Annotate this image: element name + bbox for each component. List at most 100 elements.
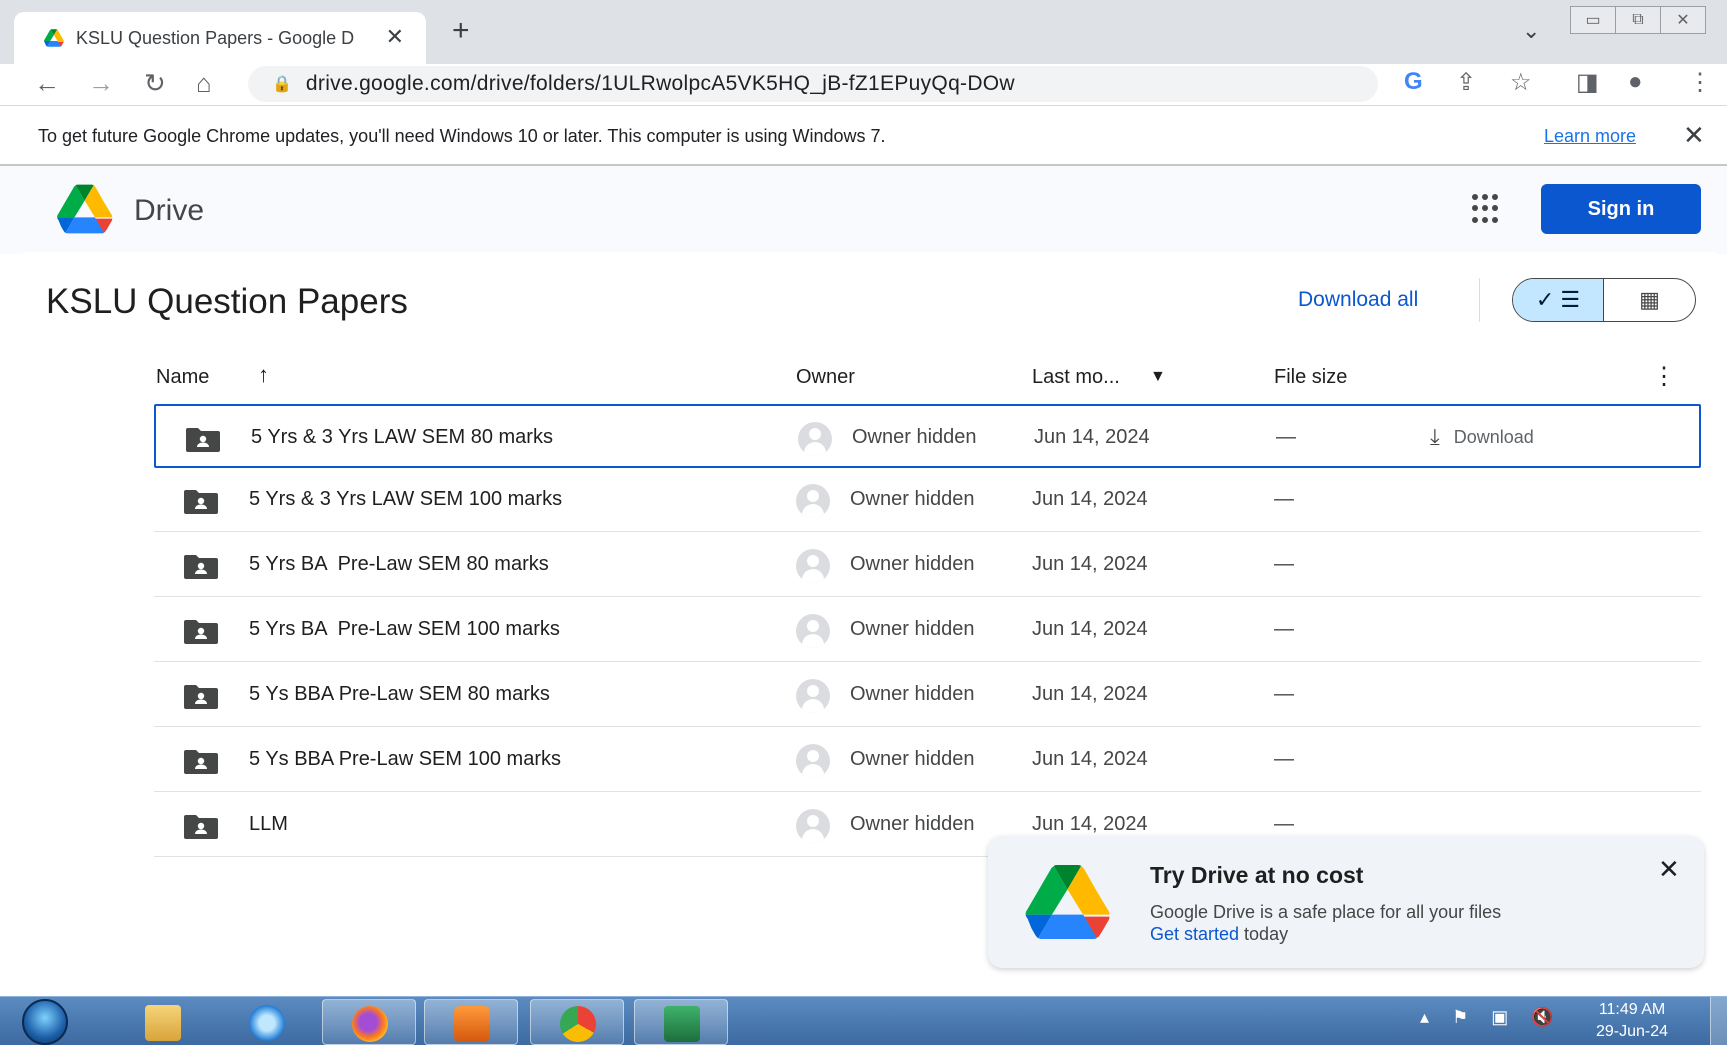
file-size: — — [1274, 488, 1294, 510]
file-name[interactable]: 5 Yrs & 3 Yrs LAW SEM 100 marks — [249, 488, 562, 511]
file-size: — — [1274, 748, 1294, 770]
google-apps-icon[interactable] — [1472, 194, 1502, 224]
infobar-close-icon[interactable]: ✕ — [1683, 120, 1705, 151]
file-name[interactable]: LLM — [249, 813, 288, 836]
window-controls: ▭ ⧉ ✕ — [1570, 6, 1706, 34]
sort-arrow-up-icon[interactable]: ↑ — [258, 362, 269, 388]
last-modified: Jun 14, 2024 — [1032, 813, 1148, 835]
drive-header: Drive Sign in — [0, 166, 1727, 254]
excel-taskbar-button[interactable] — [634, 999, 728, 1045]
table-header: Name ↑ Owner Last mo... ▼ File size ⋮ — [142, 362, 1702, 402]
sign-in-button[interactable]: Sign in — [1541, 184, 1701, 234]
tab-title: KSLU Question Papers - Google D — [76, 27, 355, 48]
owner-avatar-icon — [796, 744, 830, 778]
drive-logo-icon — [1025, 864, 1110, 940]
file-name[interactable]: 5 Ys BBA Pre-Law SEM 80 marks — [249, 683, 550, 706]
list-view-button[interactable]: ✓ ☰ — [1513, 279, 1604, 321]
start-button-icon[interactable] — [22, 999, 68, 1045]
file-size: — — [1276, 426, 1296, 448]
browser-toolbar: ← → ↻ ⌂ 🔒 drive.google.com/drive/folders… — [0, 64, 1727, 106]
network-icon[interactable]: ▣ — [1491, 1007, 1508, 1027]
firefox-taskbar-button[interactable] — [322, 999, 416, 1045]
reload-icon[interactable]: ↻ — [144, 68, 166, 99]
explorer-taskbar-button[interactable] — [116, 999, 210, 1045]
show-desktop-button[interactable] — [1710, 997, 1727, 1046]
file-name[interactable]: 5 Yrs & 3 Yrs LAW SEM 80 marks — [251, 426, 553, 449]
tab-search-chevron-icon[interactable]: ⌄ — [1522, 18, 1540, 44]
google-lens-icon[interactable]: G — [1404, 68, 1423, 96]
chrome-taskbar-button[interactable] — [530, 999, 624, 1045]
profile-icon[interactable]: ● — [1628, 68, 1643, 96]
drive-app-name[interactable]: Drive — [134, 194, 204, 228]
back-arrow-icon[interactable]: ← — [34, 68, 60, 99]
owner: Owner hidden — [850, 618, 975, 640]
owner: Owner hidden — [850, 748, 975, 770]
system-clock[interactable]: 11:49 AM 29-Jun-24 — [1596, 999, 1668, 1043]
column-name[interactable]: Name — [156, 366, 209, 389]
promo-title: Try Drive at no cost — [1150, 862, 1364, 888]
table-row[interactable]: 5 Yrs BA Pre-Law SEM 100 marks Owner hid… — [154, 598, 1701, 662]
window-close-icon[interactable]: ✕ — [1660, 6, 1706, 34]
share-icon[interactable]: ⇪ — [1456, 68, 1476, 97]
owner: Owner hidden — [850, 683, 975, 705]
file-size: — — [1274, 618, 1294, 640]
download-all-button[interactable]: Download all — [1298, 288, 1418, 312]
action-center-flag-icon[interactable]: ⚑ — [1452, 1007, 1468, 1027]
more-options-icon[interactable]: ⋮ — [1652, 362, 1676, 391]
learn-more-link[interactable]: Learn more — [1544, 126, 1636, 147]
bookmark-star-icon[interactable]: ☆ — [1510, 68, 1532, 97]
promo-suffix: today — [1239, 924, 1289, 944]
get-started-link[interactable]: Get started — [1150, 924, 1239, 944]
tab-close-icon[interactable]: ✕ — [386, 24, 404, 50]
table-row[interactable]: 5 Yrs & 3 Yrs LAW SEM 80 marks Owner hid… — [154, 404, 1701, 468]
sort-dropdown-icon[interactable]: ▼ — [1150, 368, 1166, 386]
volume-muted-icon[interactable]: 🔇 — [1531, 1007, 1553, 1027]
owner: Owner hidden — [850, 813, 975, 835]
shared-folder-icon — [184, 685, 218, 709]
download-button[interactable]: ⤓ Download — [1430, 424, 1534, 450]
url-text[interactable]: drive.google.com/drive/folders/1ULRwolpc… — [306, 72, 1015, 96]
forward-arrow-icon[interactable]: → — [88, 68, 114, 99]
address-bar[interactable]: 🔒 drive.google.com/drive/folders/1ULRwol… — [248, 66, 1378, 102]
file-name[interactable]: 5 Yrs BA Pre-Law SEM 100 marks — [249, 618, 560, 641]
internet-explorer-icon — [249, 1005, 285, 1041]
clock-date: 29-Jun-24 — [1596, 1023, 1669, 1040]
shared-folder-icon — [184, 815, 218, 839]
file-name[interactable]: 5 Ys BBA Pre-Law SEM 100 marks — [249, 748, 561, 771]
media-player-taskbar-button[interactable] — [424, 999, 518, 1045]
file-size: — — [1274, 683, 1294, 705]
browser-tab-strip: KSLU Question Papers - Google D ✕ + ⌄ ▭ … — [0, 0, 1727, 64]
minimize-icon[interactable]: ▭ — [1570, 6, 1616, 34]
firefox-icon — [352, 1006, 388, 1042]
last-modified: Jun 14, 2024 — [1032, 683, 1148, 705]
show-hidden-icons-icon[interactable]: ▴ — [1420, 1007, 1429, 1027]
home-icon[interactable]: ⌂ — [196, 68, 212, 99]
new-tab-icon[interactable]: + — [452, 14, 470, 48]
owner: Owner hidden — [850, 553, 975, 575]
promo-body: Google Drive is a safe place for all you… — [1150, 902, 1502, 922]
file-name[interactable]: 5 Yrs BA Pre-Law SEM 80 marks — [249, 553, 549, 576]
lock-icon[interactable]: 🔒 — [272, 74, 292, 94]
ie-taskbar-button[interactable] — [220, 999, 314, 1045]
table-row[interactable]: 5 Ys BBA Pre-Law SEM 80 marks Owner hidd… — [154, 663, 1701, 727]
file-size: — — [1274, 553, 1294, 575]
shared-folder-icon — [186, 428, 220, 452]
promo-close-icon[interactable]: ✕ — [1658, 854, 1680, 885]
column-last-modified[interactable]: Last mo... — [1032, 366, 1120, 389]
side-panel-icon[interactable]: ◨ — [1576, 68, 1599, 97]
shared-folder-icon — [184, 555, 218, 579]
browser-tab[interactable]: KSLU Question Papers - Google D ✕ — [14, 12, 426, 64]
shared-folder-icon — [184, 750, 218, 774]
folder-title: KSLU Question Papers — [46, 282, 408, 321]
table-row[interactable]: 5 Ys BBA Pre-Law SEM 100 marks Owner hid… — [154, 728, 1701, 792]
last-modified: Jun 14, 2024 — [1032, 618, 1148, 640]
menu-kebab-icon[interactable]: ⋮ — [1688, 68, 1712, 97]
drive-logo-icon[interactable] — [54, 184, 116, 234]
table-row[interactable]: 5 Yrs BA Pre-Law SEM 80 marks Owner hidd… — [154, 533, 1701, 597]
restore-icon[interactable]: ⧉ — [1615, 6, 1661, 34]
update-infobar: To get future Google Chrome updates, you… — [0, 106, 1727, 166]
infobar-message: To get future Google Chrome updates, you… — [38, 126, 886, 146]
shared-folder-icon — [184, 490, 218, 514]
grid-view-button[interactable]: ▦ — [1604, 279, 1695, 321]
table-row[interactable]: 5 Yrs & 3 Yrs LAW SEM 100 marks Owner hi… — [154, 468, 1701, 532]
